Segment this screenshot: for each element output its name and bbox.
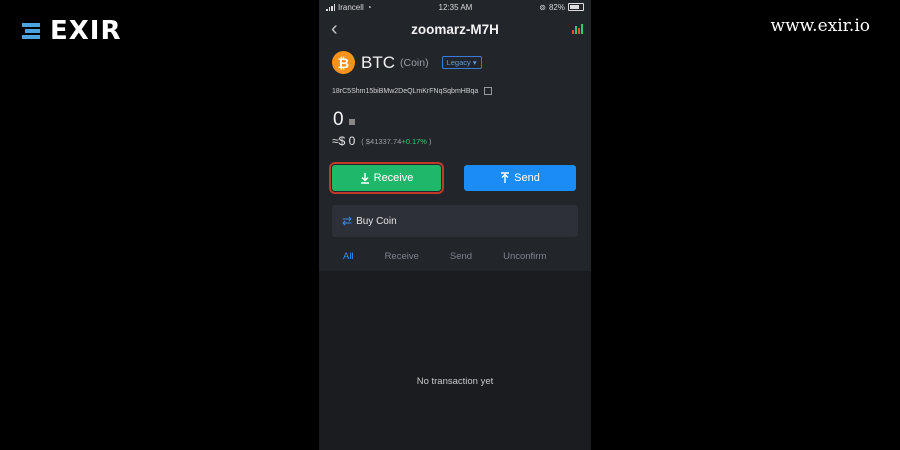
wallet-address: 18rC5Shm15biBMw2DeQLmKrFNqSqbmHBqa — [332, 87, 479, 95]
upload-icon — [501, 172, 510, 183]
site-url: www.exir.io — [770, 16, 870, 36]
empty-state-message: No transaction yet — [416, 376, 494, 387]
coin-type: (Coin) — [400, 56, 429, 69]
exir-logo-mark-icon — [22, 23, 40, 39]
coin-balance: 0 — [333, 109, 344, 130]
back-chevron-icon[interactable]: ‹ — [331, 19, 338, 39]
exir-logo: EXIR — [22, 16, 122, 46]
orientation-lock-icon: ⊚ — [539, 2, 546, 12]
send-button[interactable]: Send — [464, 165, 576, 191]
receive-button[interactable]: Receive — [329, 162, 444, 194]
exir-logo-text: EXIR — [50, 16, 122, 46]
signal-icon — [326, 3, 335, 11]
battery-icon — [567, 3, 584, 11]
bitcoin-icon: ₿ — [332, 51, 355, 74]
action-buttons: Receive Send — [329, 162, 591, 194]
address-type-dropdown[interactable]: Legacy ▾ — [441, 56, 482, 69]
tab-send[interactable]: Send — [450, 251, 472, 262]
balance-row: 0 — [333, 109, 591, 131]
phone-screen: Irancell ◔ 12:35 AM ⊚ 82% ‹ zoomarz-M7H … — [319, 0, 591, 450]
nav-bar: ‹ zoomarz-M7H — [319, 14, 591, 44]
send-label: Send — [514, 172, 540, 184]
battery-percent: 82% — [548, 2, 565, 12]
address-row: 18rC5Shm15biBMw2DeQLmKrFNqSqbmHBqa — [332, 87, 591, 95]
price-change: +0.17% — [401, 136, 427, 146]
coin-price: ( $41337.74 — [361, 136, 402, 146]
tab-all[interactable]: All — [343, 251, 354, 262]
wallet-title: zoomarz-M7H — [411, 21, 499, 37]
fiat-row: ≈$ 0 ( $41337.74 +0.17% ) — [332, 134, 591, 148]
fiat-balance: ≈$ 0 — [332, 134, 356, 148]
transaction-tabs: All Receive Send Unconfirm — [319, 251, 591, 262]
coin-price-close: ) — [428, 136, 432, 146]
swap-icon: ⇄ — [342, 214, 353, 228]
chart-icon[interactable] — [572, 24, 583, 34]
coin-header: ₿ BTC (Coin) Legacy ▾ — [332, 51, 591, 74]
coin-symbol: BTC — [361, 52, 395, 72]
transaction-list: No transaction yet — [319, 271, 591, 450]
receive-label: Receive — [373, 172, 414, 184]
copy-icon[interactable] — [484, 87, 493, 95]
carrier-name: Irancell — [338, 2, 364, 12]
buy-coin-label: Buy Coin — [356, 215, 397, 227]
tab-receive[interactable]: Receive — [385, 251, 419, 262]
status-bar: Irancell ◔ 12:35 AM ⊚ 82% — [319, 0, 591, 14]
download-icon — [360, 172, 369, 184]
tab-unconfirm[interactable]: Unconfirm — [503, 251, 546, 262]
status-time: 12:35 AM — [438, 2, 473, 12]
hide-balance-icon[interactable] — [348, 119, 355, 125]
buy-coin-button[interactable]: ⇄ Buy Coin — [332, 205, 578, 237]
wifi-icon: ◔ — [366, 2, 372, 12]
